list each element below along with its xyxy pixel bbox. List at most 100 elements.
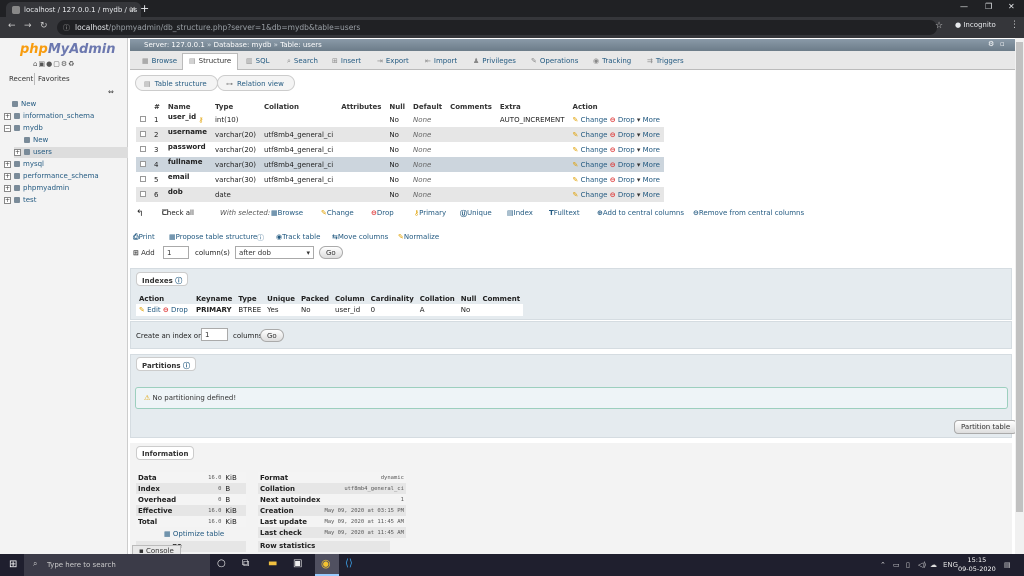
expand-icon[interactable]: + [4,197,11,204]
change-column-button[interactable]: ✎ Change [573,176,608,184]
edit-index-button[interactable]: ✎ Edit [139,306,161,314]
phpmyadmin-logo[interactable]: phpMyAdmin [20,42,116,57]
tree-item-test[interactable]: + test [4,196,36,204]
logout-icon[interactable]: ▣ [38,60,46,68]
drop-column-button[interactable]: ⊖ Drop [610,131,635,139]
maximize-icon[interactable]: ❐ [985,2,992,11]
column-position-select[interactable]: after dob ▾ [235,246,314,259]
cortana-icon[interactable]: ○ [217,558,226,569]
expand-icon[interactable]: + [14,149,21,156]
help-icon[interactable]: ⓘ [175,277,182,285]
more-column-button[interactable]: ▾ More [637,116,660,124]
help-icon[interactable]: ⓘ [257,233,264,243]
unique-selected-button[interactable]: Ⓤ Unique [460,209,492,219]
collapse-all-icon[interactable]: ⇔ [108,88,114,96]
table-structure-button[interactable]: ▤ Table structure [135,75,218,91]
tab-insert[interactable]: ⊞ Insert [326,54,367,68]
more-column-button[interactable]: ▾ More [637,176,660,184]
tree-item-users[interactable]: + users [14,148,52,156]
tab-privileges[interactable]: ♟ Privileges [467,54,522,68]
forward-icon[interactable]: → [24,21,32,31]
drop-column-button[interactable]: ⊖ Drop [610,146,635,154]
more-column-button[interactable]: ▾ More [637,131,660,139]
tree-item-information-schema[interactable]: + information_schema [4,112,94,120]
add-central-columns-button[interactable]: ⊕ Add to central columns [597,209,684,217]
recent-tab[interactable]: Recent [6,73,36,85]
settings-icon[interactable]: ⚙ [61,60,68,68]
tree-item-phpmyadmin[interactable]: + phpmyadmin [4,184,69,192]
new-tab-button[interactable]: + [140,2,149,15]
docs-icon[interactable]: ▢ [53,60,61,68]
normalize-button[interactable]: ✎ Normalize [398,233,439,241]
table-row[interactable]: 3 password varchar(20) utf8mb4_general_ci No… [136,142,664,157]
tab-export[interactable]: ⇥ Export [371,54,415,68]
minimize-icon[interactable]: — [960,2,968,11]
drop-column-button[interactable]: ⊖ Drop [610,176,635,184]
change-selected-button[interactable]: ✎ Change [321,209,354,217]
tree-item-mydb[interactable]: − mydb [4,124,43,132]
expand-icon[interactable]: + [4,113,11,120]
change-column-button[interactable]: ✎ Change [573,161,608,169]
task-view-icon[interactable]: ⧉ [242,558,249,569]
add-columns-go-button[interactable]: Go [319,246,343,259]
browser-menu-icon[interactable]: ⋮ [1010,20,1019,30]
notification-icon[interactable]: ▤ [1004,561,1011,569]
row-checkbox[interactable] [140,190,146,197]
col-header-name[interactable]: Name [163,102,211,112]
reload-nav-icon[interactable]: ♻ [68,60,75,68]
browse-selected-button[interactable]: ▦ Browse [271,209,303,217]
breadcrumb-database[interactable]: Database: mydb [214,41,272,49]
change-column-button[interactable]: ✎ Change [573,131,608,139]
incognito-indicator[interactable]: ● Incognito [955,21,996,29]
tab-operations[interactable]: ✎ Operations [525,54,584,68]
bookmark-star-icon[interactable]: ☆ [935,21,943,31]
tree-item-performance-schema[interactable]: + performance_schema [4,172,99,180]
table-row[interactable]: 1 user_id ⚷ int(10) No None AUTO_INCREMENT ✎ C… [136,112,664,127]
fulltext-selected-button[interactable]: T Fulltext [549,209,580,217]
tab-import[interactable]: ⇤ Import [419,54,463,68]
address-bar[interactable]: ⓘ localhost/phpmyadmin/db_structure.php?… [57,20,937,35]
back-icon[interactable]: ← [8,21,16,31]
row-checkbox[interactable] [140,130,146,137]
drop-selected-button[interactable]: ⊖ Drop [371,209,394,217]
propose-structure-button[interactable]: ▦ Propose table structure [169,233,257,241]
maximize-panel-icon[interactable]: ▫ [1000,40,1005,48]
language-indicator[interactable]: ENG [943,561,958,569]
more-column-button[interactable]: ▾ More [637,161,660,169]
close-tab-icon[interactable]: ✕ [129,5,136,14]
change-column-button[interactable]: ✎ Change [573,116,608,124]
tray-chevron-icon[interactable]: ⌃ [880,561,886,569]
tab-triggers[interactable]: ⇉ Triggers [641,54,690,68]
drop-column-button[interactable]: ⊖ Drop [610,161,635,169]
remove-central-columns-button[interactable]: ⊖ Remove from central columns [693,209,804,217]
change-column-button[interactable]: ✎ Change [573,191,608,199]
drop-column-button[interactable]: ⊖ Drop [610,116,635,124]
breadcrumb-server[interactable]: Server: 127.0.0.1 [144,41,205,49]
close-window-icon[interactable]: ✕ [1008,2,1015,11]
tab-tracking[interactable]: ◉ Tracking [587,54,637,68]
print-button[interactable]: ⎙ Print [133,233,155,242]
create-index-go-button[interactable]: Go [260,329,284,342]
battery-icon[interactable]: ▯ [906,561,910,569]
change-column-button[interactable]: ✎ Change [573,146,608,154]
index-selected-button[interactable]: ▤ Index [507,209,533,217]
favorites-tab[interactable]: Favorites [34,73,73,85]
volume-icon[interactable]: ◁) [918,561,926,569]
taskbar-search-box[interactable]: ⌕ Type here to search [24,554,210,576]
chrome-taskbar-button[interactable]: ◉ [315,554,339,576]
primary-selected-button[interactable]: ⚷ Primary [414,209,446,217]
tree-item-mydb-new[interactable]: New [24,136,48,144]
taskbar-clock[interactable]: 15:15 09-05-2020 [958,556,996,574]
move-columns-button[interactable]: ⇆ Move columns [332,233,388,241]
windows-start-icon[interactable]: ⊞ [9,559,17,570]
row-checkbox[interactable] [140,175,146,182]
tab-sql[interactable]: ▥ SQL [240,54,275,68]
collapse-icon[interactable]: − [4,125,11,132]
expand-icon[interactable]: + [4,173,11,180]
file-explorer-icon[interactable]: ▬ [268,558,277,569]
breadcrumb-table[interactable]: Table: users [280,41,322,49]
track-table-button[interactable]: ◉ Track table [276,233,320,241]
reload-icon[interactable]: ↻ [40,21,48,31]
row-checkbox[interactable] [140,145,146,152]
relation-view-button[interactable]: ⊶ Relation view [217,75,295,91]
